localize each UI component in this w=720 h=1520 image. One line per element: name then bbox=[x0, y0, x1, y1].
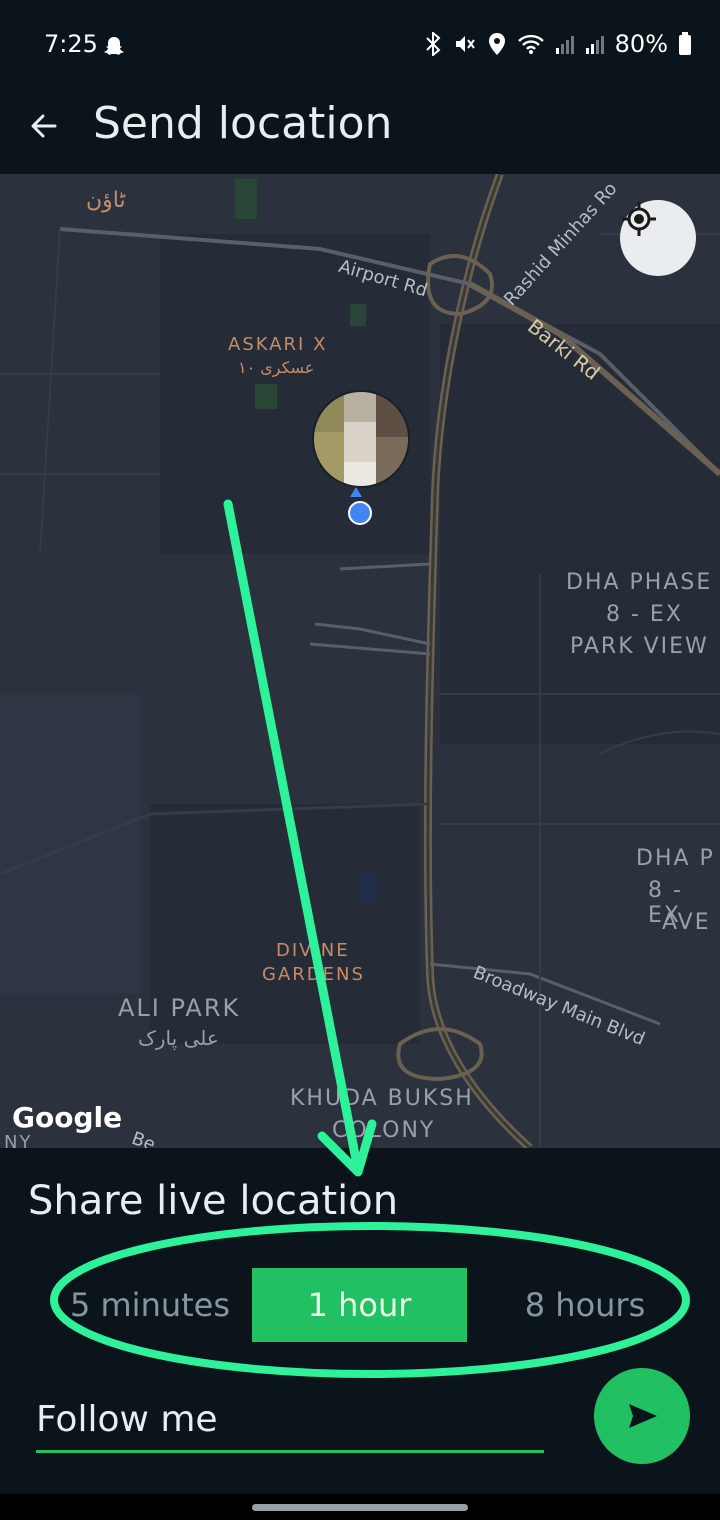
map-label-khuda-1: KHUDA BUKSH bbox=[290, 1086, 474, 1111]
map-label-khuda-2: COLONY bbox=[332, 1118, 436, 1143]
map-label-ali-park: ALI PARK bbox=[118, 994, 241, 1022]
current-location-dot bbox=[348, 501, 372, 525]
heading-indicator bbox=[350, 487, 362, 497]
map-label-town-urdu: ٹاؤن bbox=[86, 188, 126, 213]
map-view[interactable]: ٹاؤن ASKARI X عسکری ١٠ Airport Rd Rashid… bbox=[0, 174, 720, 1148]
send-icon bbox=[629, 1404, 657, 1428]
status-bar: 7:25 80% bbox=[0, 0, 720, 90]
location-pin-icon bbox=[488, 33, 505, 55]
mute-icon bbox=[455, 36, 475, 52]
map-roads bbox=[0, 174, 720, 1148]
send-button[interactable] bbox=[594, 1368, 690, 1464]
map-label-ali-park-urdu: علی پارک bbox=[138, 1026, 219, 1050]
sheet-title: Share live location bbox=[28, 1178, 399, 1224]
status-time: 7:25 bbox=[44, 30, 98, 58]
signal-icon bbox=[585, 36, 604, 54]
bluetooth-icon bbox=[425, 32, 441, 56]
map-label-askari-x: ASKARI X bbox=[228, 334, 328, 355]
share-sheet: Share live location 5 minutes 1 hour 8 h… bbox=[0, 1148, 720, 1494]
battery-percent: 80% bbox=[614, 30, 668, 58]
map-label-askari-x-urdu: عسکری ١٠ bbox=[238, 358, 315, 377]
wifi-icon bbox=[517, 34, 544, 54]
map-label-dha-3: PARK VIEW bbox=[570, 634, 709, 659]
map-label-ny: NY bbox=[4, 1132, 33, 1148]
snapchat-icon bbox=[104, 37, 124, 55]
status-icons: 80% bbox=[423, 30, 692, 58]
home-handle[interactable] bbox=[252, 1504, 468, 1511]
duration-option-5-minutes[interactable]: 5 minutes bbox=[60, 1268, 240, 1342]
signal-icon bbox=[555, 36, 574, 54]
back-arrow-icon bbox=[31, 114, 57, 138]
duration-option-8-hours[interactable]: 8 hours bbox=[505, 1268, 665, 1342]
message-input[interactable]: Follow me bbox=[36, 1396, 544, 1453]
back-button[interactable] bbox=[22, 104, 66, 148]
system-nav-bar bbox=[0, 1494, 720, 1520]
page-title: Send location bbox=[93, 98, 393, 149]
map-label-dha-1: DHA PHASE bbox=[566, 570, 713, 595]
battery-icon bbox=[679, 32, 691, 55]
map-label-divine-1: DIVINE bbox=[276, 940, 350, 961]
avatar-image bbox=[314, 392, 408, 486]
my-location-icon bbox=[622, 202, 656, 236]
duration-option-1-hour[interactable]: 1 hour bbox=[252, 1268, 467, 1342]
my-location-button[interactable] bbox=[620, 200, 696, 276]
map-label-dha-p-1: DHA P bbox=[636, 846, 715, 871]
app-bar: Send location bbox=[0, 90, 720, 174]
map-label-dha-2: 8 - EX bbox=[606, 602, 683, 627]
map-label-divine-2: GARDENS bbox=[262, 964, 365, 985]
google-attribution: Google bbox=[12, 1101, 123, 1134]
avatar bbox=[312, 390, 410, 488]
map-label-dha-p-3: AVE bbox=[662, 910, 711, 935]
